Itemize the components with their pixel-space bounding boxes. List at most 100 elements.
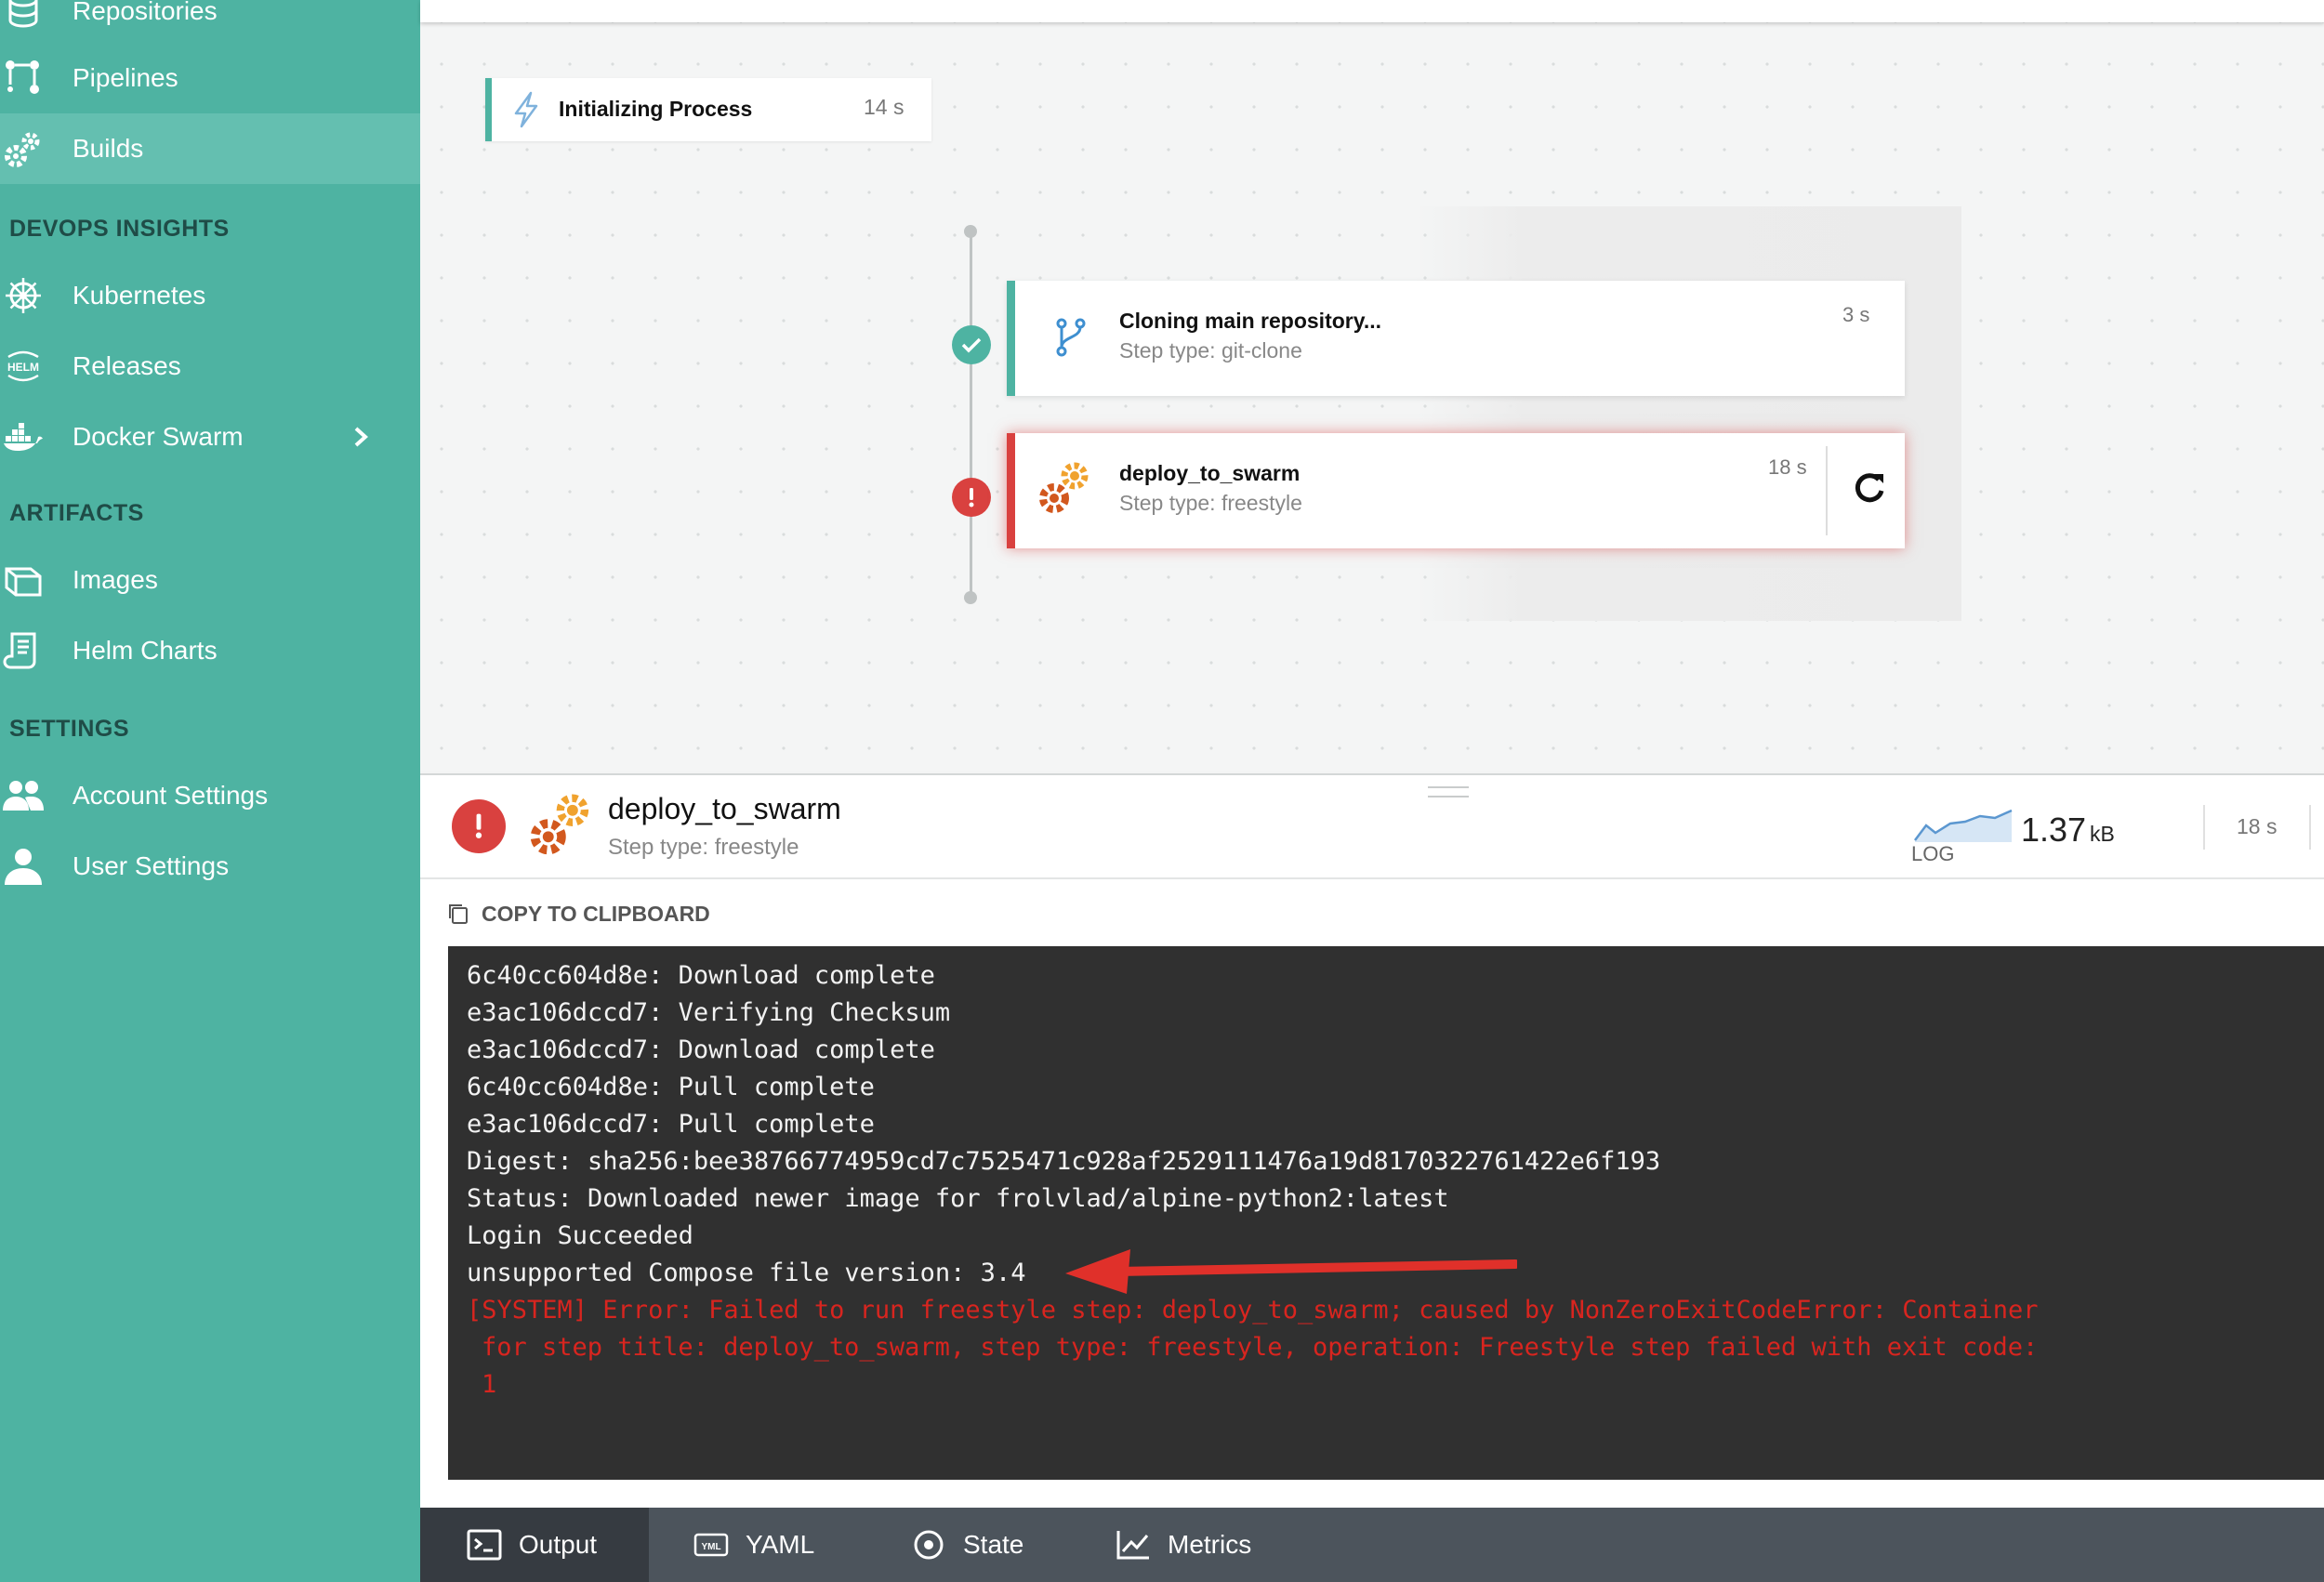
step-card-deploy-to-swarm[interactable]: deploy_to_swarm Step type: freestyle 18 … — [1007, 433, 1905, 548]
error-alert-icon — [952, 478, 991, 517]
sidebar-item-label: Helm Charts — [73, 636, 218, 665]
init-step-title: Initializing Process — [559, 97, 753, 121]
sidebar: Repositories Pipelines Builds DEVOPS INS… — [0, 0, 420, 1582]
tab-metrics[interactable]: Metrics — [1116, 1508, 1251, 1582]
tab-label: YAML — [746, 1530, 815, 1559]
step-card-git-clone[interactable]: Cloning main repository... Step type: gi… — [1007, 281, 1905, 396]
tab-label: State — [963, 1530, 1024, 1559]
tab-yaml[interactable]: YML YAML — [693, 1508, 814, 1582]
section-settings: SETTINGS — [9, 716, 130, 742]
scroll-icon — [0, 627, 46, 674]
step-type: Step type: git-clone — [1119, 338, 1302, 363]
tab-label: Output — [519, 1530, 598, 1559]
step-group-background — [1415, 206, 1961, 621]
log-line: e3ac106dccd7: Download complete — [467, 1035, 935, 1064]
restart-icon[interactable] — [1850, 468, 1889, 508]
log-line: Status: Downloaded newer image for frolv… — [467, 1184, 1449, 1213]
lightning-icon — [514, 91, 538, 128]
log-label: LOG — [1911, 842, 1955, 865]
error-alert-icon — [452, 799, 506, 853]
annotation-arrow — [1065, 1249, 1517, 1294]
success-check-icon — [952, 325, 991, 364]
gears-icon — [1039, 462, 1089, 513]
top-bar — [420, 0, 2324, 22]
helm-wheel-icon — [0, 272, 46, 319]
sidebar-item-label: Account Settings — [73, 781, 269, 810]
sidebar-item-images[interactable]: Images — [0, 545, 420, 615]
log-error-line: [SYSTEM] Error: Failed to run freestyle … — [467, 1296, 2039, 1325]
log-line: Digest: sha256:bee38766774959cd7c7525471… — [467, 1147, 1661, 1176]
sidebar-item-label: Builds — [73, 134, 144, 163]
panel-step-title: deploy_to_swarm — [608, 792, 841, 825]
step-type: Step type: freestyle — [1119, 491, 1302, 515]
copy-icon — [449, 904, 468, 924]
sidebar-item-releases[interactable]: HELM Releases — [0, 331, 420, 402]
step-duration: 18 s — [1768, 455, 1807, 479]
tab-output[interactable]: Output — [420, 1508, 649, 1582]
sidebar-item-helm-charts[interactable]: Helm Charts — [0, 615, 420, 686]
chevron-right-icon[interactable] — [350, 426, 372, 448]
step-name: Cloning main repository... — [1119, 309, 1381, 333]
copy-to-clipboard-button[interactable]: COPY TO CLIPBOARD — [446, 898, 710, 929]
panel-divider — [2309, 805, 2311, 850]
terminal-icon — [467, 1529, 502, 1561]
step-duration: 3 s — [1842, 303, 1870, 326]
sidebar-item-repositories[interactable]: Repositories — [0, 0, 420, 46]
log-error-line: for step title: deploy_to_swarm, step ty… — [482, 1333, 2039, 1362]
log-size-unit: kB — [2090, 822, 2115, 846]
sidebar-item-builds[interactable]: Builds — [0, 113, 420, 184]
panel-step-type: Step type: freestyle — [608, 835, 799, 860]
sidebar-item-user-settings[interactable]: User Settings — [0, 831, 420, 902]
init-step-duration: 14 s — [864, 95, 905, 119]
sidebar-item-label: Docker Swarm — [73, 422, 244, 451]
sidebar-item-kubernetes[interactable]: Kubernetes — [0, 260, 420, 331]
panel-duration: 18 s — [2237, 814, 2278, 838]
gears-icon — [530, 794, 589, 855]
chart-line-icon — [1116, 1531, 1149, 1560]
sidebar-item-label: Pipelines — [73, 63, 178, 92]
git-branch-icon — [1056, 318, 1086, 357]
timeline-line — [970, 231, 972, 597]
svg-text:HELM: HELM — [7, 361, 39, 374]
log-console[interactable]: 6c40cc604d8e: Download complete e3ac106d… — [448, 946, 2324, 1480]
sidebar-item-docker-swarm[interactable]: Docker Swarm — [0, 402, 420, 472]
log-line: 6c40cc604d8e: Pull complete — [467, 1073, 875, 1101]
panel-divider — [2203, 805, 2205, 850]
copy-label: COPY TO CLIPBOARD — [482, 901, 710, 926]
sidebar-item-label: Images — [73, 565, 158, 594]
details-tab-bar: Output YML YAML State Metrics — [420, 1508, 2324, 1582]
target-icon — [914, 1530, 944, 1560]
log-sparkline-icon — [1914, 809, 2013, 842]
user-icon — [0, 843, 46, 890]
users-icon — [0, 772, 46, 819]
svg-text:YML: YML — [701, 1542, 720, 1552]
tab-label: Metrics — [1168, 1530, 1252, 1559]
yaml-icon: YML — [693, 1533, 729, 1557]
sidebar-item-pipelines[interactable]: Pipelines — [0, 43, 420, 113]
log-line: e3ac106dccd7: Verifying Checksum — [467, 998, 951, 1027]
timeline-end-dot — [964, 591, 977, 604]
log-line: 6c40cc604d8e: Download complete — [467, 961, 935, 990]
helm-icon: HELM — [0, 343, 46, 389]
log-error-line: 1 — [482, 1370, 497, 1399]
log-line: e3ac106dccd7: Pull complete — [467, 1110, 875, 1139]
sidebar-item-label: Repositories — [73, 0, 218, 25]
pipeline-icon — [0, 55, 46, 101]
step-name: deploy_to_swarm — [1119, 461, 1301, 485]
card-divider — [1826, 446, 1828, 535]
sidebar-item-account-settings[interactable]: Account Settings — [0, 760, 420, 831]
sidebar-item-label: User Settings — [73, 851, 230, 880]
tab-state[interactable]: State — [911, 1508, 1023, 1582]
database-icon — [0, 0, 46, 34]
timeline-start-dot — [964, 225, 977, 238]
box-icon — [0, 557, 46, 603]
panel-separator — [420, 877, 2324, 879]
initializing-process-card[interactable]: Initializing Process 14 s — [485, 78, 931, 141]
sidebar-item-label: Releases — [73, 351, 181, 380]
gears-icon — [0, 125, 46, 172]
log-size: 1.37 — [2021, 811, 2087, 849]
docker-icon — [0, 414, 46, 460]
section-artifacts: ARTIFACTS — [9, 500, 144, 526]
section-devops-insights: DEVOPS INSIGHTS — [9, 216, 230, 242]
panel-resize-handle[interactable] — [1428, 786, 1469, 798]
